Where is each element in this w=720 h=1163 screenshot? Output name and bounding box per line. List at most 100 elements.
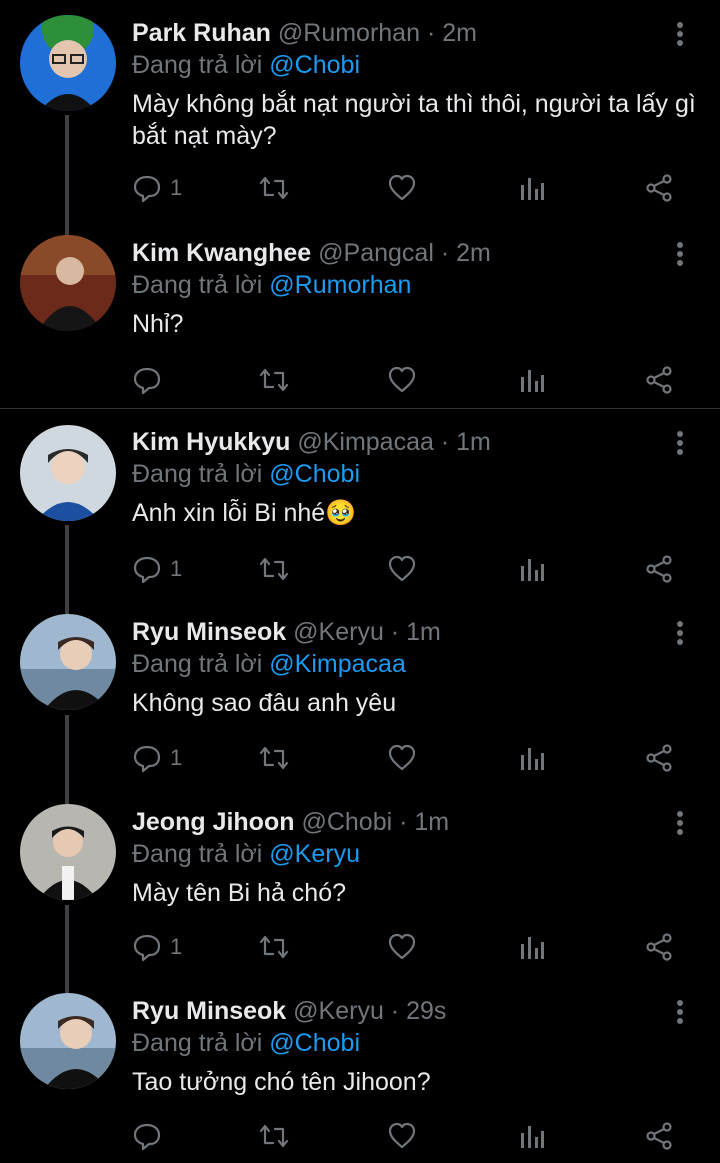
reply-prefix: Đang trả lời (132, 460, 263, 488)
retweet-icon (259, 557, 289, 581)
display-name[interactable]: Kim Kwanghee (132, 239, 311, 267)
mention-link[interactable]: @Chobi (269, 51, 360, 79)
tweet-text: Tao tưởng chó tên Jihoon? (132, 1068, 431, 1096)
share-button[interactable] (644, 549, 674, 589)
tweet[interactable]: Kim Hyukkyu @Kimpacaa · 1m Đang trả lời … (0, 409, 720, 599)
tweet[interactable]: Kim Kwanghee @Pangcal · 2m Đang trả lời … (0, 220, 720, 408)
display-name[interactable]: Jeong Jihoon (132, 808, 295, 836)
avatar[interactable] (20, 235, 116, 331)
more-icon[interactable] (668, 22, 692, 50)
avatar[interactable] (20, 614, 116, 710)
mention-link[interactable]: @Kimpacaa (269, 650, 406, 678)
timestamp[interactable]: 29s (406, 997, 446, 1025)
tweet[interactable]: Jeong Jihoon @Chobi · 1m Đang trả lời @K… (0, 789, 720, 979)
retweet-button[interactable] (258, 1116, 290, 1156)
separator: · (390, 618, 400, 646)
analytics-button[interactable] (518, 738, 546, 778)
timestamp[interactable]: 2m (442, 19, 477, 47)
timestamp[interactable]: 1m (414, 808, 449, 836)
share-button[interactable] (644, 360, 674, 400)
timestamp[interactable]: 1m (406, 618, 441, 646)
separator: · (390, 997, 400, 1025)
timestamp[interactable]: 2m (456, 239, 491, 267)
share-button[interactable] (644, 168, 674, 208)
retweet-button[interactable] (258, 360, 290, 400)
reply-icon (133, 1123, 161, 1151)
tweet-text: Mày không bắt nạt người ta thì thôi, ngư… (132, 90, 696, 150)
reply-count: 1 (170, 934, 183, 959)
analytics-button[interactable] (518, 549, 546, 589)
tweet-text: Mày tên Bi hả chó? (132, 879, 347, 907)
reply-context: Đang trả lời @Keryu (132, 839, 360, 869)
retweet-icon (259, 746, 289, 770)
more-icon[interactable] (668, 621, 692, 649)
mention-link[interactable]: @Keryu (269, 840, 360, 868)
more-icon[interactable] (668, 431, 692, 459)
like-button[interactable] (387, 738, 417, 778)
tweet-header: Kim Kwanghee @Pangcal · 2m (132, 238, 491, 268)
avatar[interactable] (20, 993, 116, 1089)
mention-link[interactable]: @Rumorhan (269, 271, 411, 299)
avatar[interactable] (20, 15, 116, 111)
reply-button[interactable]: 1 (132, 168, 182, 208)
reply-prefix: Đang trả lời (132, 1029, 263, 1057)
more-icon[interactable] (668, 811, 692, 839)
retweet-button[interactable] (258, 927, 290, 967)
share-icon (646, 555, 672, 583)
analytics-icon (521, 370, 544, 392)
avatar[interactable] (20, 804, 116, 900)
tweet-header: Kim Hyukkyu @Kimpacaa · 1m (132, 427, 491, 457)
retweet-icon (259, 935, 289, 959)
reply-button[interactable]: 1 (132, 549, 182, 589)
like-button[interactable] (387, 168, 417, 208)
retweet-icon (259, 1124, 289, 1148)
retweet-button[interactable] (258, 738, 290, 778)
analytics-button[interactable] (518, 1116, 546, 1156)
reply-button[interactable] (132, 1116, 170, 1156)
analytics-button[interactable] (518, 360, 546, 400)
like-button[interactable] (387, 927, 417, 967)
tweet-header: Ryu Minseok @Keryu · 29s (132, 996, 446, 1026)
analytics-button[interactable] (518, 168, 546, 208)
tweet[interactable]: Park Ruhan @Rumorhan · 2m Đang trả lời @… (0, 0, 720, 220)
username[interactable]: @Keryu (293, 618, 384, 646)
retweet-button[interactable] (258, 168, 290, 208)
analytics-button[interactable] (518, 927, 546, 967)
reply-context: Đang trả lời @Chobi (132, 1028, 360, 1058)
reply-count: 1 (170, 556, 183, 581)
reply-button[interactable]: 1 (132, 738, 182, 778)
display-name[interactable]: Kim Hyukkyu (132, 428, 290, 456)
more-icon[interactable] (668, 242, 692, 270)
reply-button[interactable] (132, 360, 170, 400)
tweet[interactable]: Ryu Minseok @Keryu · 1m Đang trả lời @Ki… (0, 599, 720, 789)
like-button[interactable] (387, 1116, 417, 1156)
share-button[interactable] (644, 738, 674, 778)
display-name[interactable]: Park Ruhan (132, 19, 271, 47)
like-icon (388, 1122, 416, 1149)
username[interactable]: @Chobi (301, 808, 392, 836)
mention-link[interactable]: @Chobi (269, 460, 360, 488)
like-icon (388, 174, 416, 201)
like-icon (388, 933, 416, 960)
like-button[interactable] (387, 549, 417, 589)
username[interactable]: @Rumorhan (278, 19, 420, 47)
reply-icon (133, 556, 161, 584)
tweet[interactable]: Ryu Minseok @Keryu · 29s Đang trả lời @C… (0, 978, 720, 1163)
retweet-button[interactable] (258, 549, 290, 589)
share-button[interactable] (644, 927, 674, 967)
reply-prefix: Đang trả lời (132, 51, 263, 79)
timestamp[interactable]: 1m (456, 428, 491, 456)
like-button[interactable] (387, 360, 417, 400)
username[interactable]: @Keryu (293, 997, 384, 1025)
avatar[interactable] (20, 425, 116, 521)
display-name[interactable]: Ryu Minseok (132, 997, 286, 1025)
username[interactable]: @Kimpacaa (297, 428, 434, 456)
reply-button[interactable]: 1 (132, 927, 182, 967)
share-button[interactable] (644, 1116, 674, 1156)
mention-link[interactable]: @Chobi (269, 1029, 360, 1057)
display-name[interactable]: Ryu Minseok (132, 618, 286, 646)
tweet-header: Park Ruhan @Rumorhan · 2m (132, 18, 477, 48)
username[interactable]: @Pangcal (318, 239, 434, 267)
reply-count: 1 (170, 745, 183, 770)
more-icon[interactable] (668, 1000, 692, 1028)
